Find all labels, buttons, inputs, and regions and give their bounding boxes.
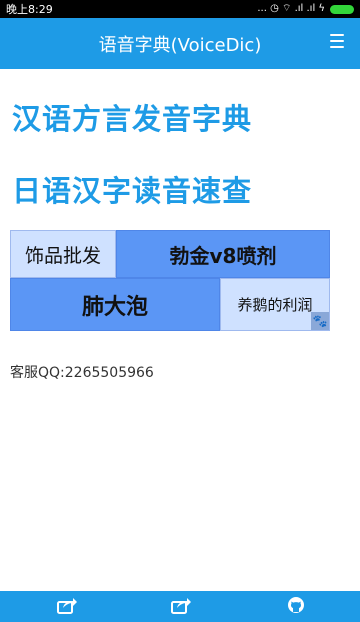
ad-link[interactable]: 勃金v8喷剂 <box>116 230 330 278</box>
ad-link[interactable]: 肺大泡 <box>10 278 220 331</box>
status-indicators: ... ◷ ⌔ .ıl .ıl ϟ <box>257 0 354 18</box>
contact-qq: 客服QQ:2265505966 <box>10 365 154 381</box>
status-icons: ... ◷ ⌔ .ıl .ıl ϟ <box>257 3 325 14</box>
ad-link[interactable]: 养鹅的利润 🐾 <box>220 278 330 331</box>
ad-label: 养鹅的利润 <box>237 296 313 314</box>
ad-link[interactable]: 饰品批发 <box>10 230 116 278</box>
status-time: 晚上8:29 <box>6 3 53 16</box>
share-icon[interactable] <box>170 596 192 614</box>
status-bar: 晚上8:29 ... ◷ ⌔ .ıl .ıl ϟ <box>0 0 360 18</box>
app-title: 语音字典(VoiceDic) <box>98 34 262 56</box>
hamburger-menu-icon[interactable] <box>330 34 344 48</box>
paw-icon[interactable]: 🐾 <box>311 312 329 330</box>
dialect-dictionary-link[interactable]: 汉语方言发音字典 <box>12 96 252 138</box>
share-icon[interactable] <box>56 596 78 614</box>
battery-icon <box>330 4 354 14</box>
japanese-kanji-link[interactable]: 日语汉字读音速查 <box>12 168 252 210</box>
app-bar: 语音字典(VoiceDic) <box>0 18 360 69</box>
ad-grid: 饰品批发 勃金v8喷剂 肺大泡 养鹅的利润 🐾 <box>10 230 330 331</box>
github-icon[interactable] <box>285 596 307 614</box>
bottom-bar <box>0 591 360 622</box>
